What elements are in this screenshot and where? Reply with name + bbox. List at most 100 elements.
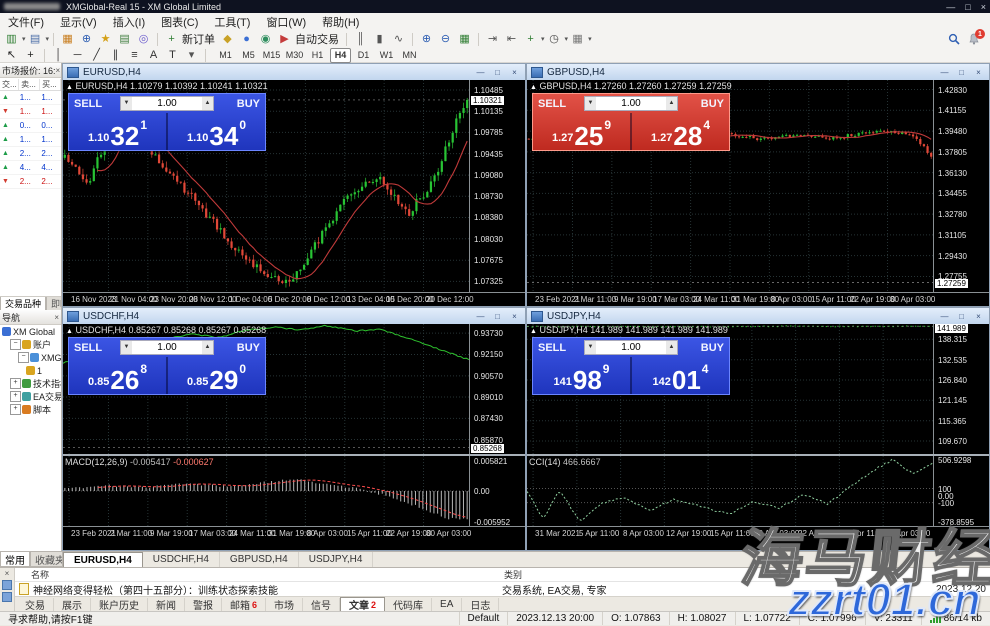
chart-minimize-button[interactable]: — <box>938 312 951 321</box>
tab-tick-chart[interactable]: 即时图 <box>46 297 61 311</box>
templates-icon[interactable]: ▦ <box>569 32 586 47</box>
navigator-item[interactable]: +技术指标 <box>0 377 61 390</box>
terminal-tab[interactable]: 代码库 <box>385 598 432 611</box>
navigator-close-icon[interactable]: × <box>54 313 59 322</box>
timeframe-m15-button[interactable]: M15 <box>261 48 282 63</box>
navigator-toggle-icon[interactable]: ★ <box>97 32 114 47</box>
market-watch-row[interactable]: ▲2...2... <box>0 147 61 161</box>
chart-restore-button[interactable]: □ <box>955 68 968 77</box>
expand-icon[interactable]: + <box>10 391 21 402</box>
timeframe-w1-button[interactable]: W1 <box>376 48 397 63</box>
buy-button[interactable]: BUY <box>218 342 260 354</box>
horizontal-line-tool-icon[interactable]: ─ <box>69 48 86 63</box>
buy-button[interactable]: BUY <box>218 98 260 110</box>
tab-symbols[interactable]: 交易品种 <box>0 297 46 311</box>
trendline-tool-icon[interactable]: ╱ <box>88 48 105 63</box>
terminal-tab[interactable]: 交易 <box>17 598 54 611</box>
new-order-icon[interactable]: + <box>163 32 180 47</box>
timeframe-h4-button[interactable]: H4 <box>330 48 351 63</box>
market-watch-header[interactable]: 市场报价: 16: × <box>0 63 61 78</box>
terminal-tab[interactable]: 文章2 <box>340 597 385 612</box>
price-axis[interactable]: 0.937300.921500.905700.890100.874300.858… <box>469 324 525 454</box>
terminal-tab[interactable]: 账户历史 <box>91 598 148 611</box>
menu-item[interactable]: 工具(T) <box>206 13 258 30</box>
collapse-icon[interactable]: − <box>18 352 29 363</box>
terminal-strip-icon2[interactable] <box>2 592 12 602</box>
timeframe-mn-button[interactable]: MN <box>399 48 420 63</box>
mql5-community-icon[interactable]: ● <box>238 32 255 47</box>
auto-scroll-icon[interactable]: ⇥ <box>484 32 501 47</box>
column-name[interactable]: 名称 <box>15 568 504 581</box>
chart-close-button[interactable]: × <box>972 312 985 321</box>
sidebar-tab-0[interactable]: 常用 <box>0 552 30 567</box>
chart-window-titlebar[interactable]: USDCHF,H4 — □ × <box>63 308 525 325</box>
timeframe-m30-button[interactable]: M30 <box>284 48 305 63</box>
expand-icon[interactable]: + <box>10 404 21 415</box>
tile-windows-icon[interactable]: ▦ <box>456 32 473 47</box>
market-watch-row[interactable]: ▼2...2... <box>0 175 61 189</box>
shapes-dropdown-icon[interactable]: ▾ <box>183 48 200 63</box>
candles-view-icon[interactable]: ▮ <box>371 32 388 47</box>
zoom-out-icon[interactable]: ⊖ <box>437 32 454 47</box>
label-tool-icon[interactable]: T <box>164 48 181 63</box>
time-axis[interactable]: 23 Feb 20212 Mar 11:009 Mar 19:0017 Mar … <box>63 526 525 540</box>
navigator-item[interactable]: −账户 <box>0 338 61 351</box>
lot-decrease-button[interactable]: ▼ <box>121 341 132 354</box>
chart-window-titlebar[interactable]: USDJPY,H4 — □ × <box>527 308 989 325</box>
timeframe-h1-button[interactable]: H1 <box>307 48 328 63</box>
lot-size-input[interactable]: 1.00 <box>596 341 666 354</box>
market-watch-row[interactable]: ▲4...4... <box>0 161 61 175</box>
market-watch-row[interactable]: ▲1...1... <box>0 91 61 105</box>
lot-increase-button[interactable]: ▲ <box>666 341 677 354</box>
indicator-subwindow[interactable]: MACD(12,26,9) -0.005417 -0.000627 <box>63 456 469 526</box>
line-view-icon[interactable]: ∿ <box>390 32 407 47</box>
article-row[interactable]: 神经网络变得轻松（第四十五部分）：训练状态探索技能 交易系统, EA交易, 专家… <box>15 582 990 596</box>
auto-trading-label[interactable]: 自动交易 <box>295 31 339 47</box>
navigator-item[interactable]: −XMG <box>0 351 61 364</box>
text-tool-icon[interactable]: A <box>145 48 162 63</box>
lot-decrease-button[interactable]: ▼ <box>121 97 132 110</box>
chart-restore-button[interactable]: □ <box>491 68 504 77</box>
time-axis[interactable]: 16 Nov 202321 Nov 04:0023 Nov 20:0028 No… <box>63 292 525 306</box>
vertical-line-tool-icon[interactable]: │ <box>50 48 67 63</box>
sell-price-button[interactable]: 141989 <box>533 357 630 394</box>
timeframe-m5-button[interactable]: M5 <box>238 48 259 63</box>
periods-dropdown-icon[interactable]: ▾ <box>565 35 569 43</box>
market-watch-row[interactable]: ▲0...0... <box>0 119 61 133</box>
navigator-item[interactable]: +EA交易 <box>0 390 61 403</box>
chart-restore-button[interactable]: □ <box>955 312 968 321</box>
sell-price-button[interactable]: 1.27259 <box>533 113 630 150</box>
column-category[interactable]: 类别 <box>504 568 990 581</box>
terminal-tab[interactable]: EA <box>432 598 462 611</box>
market-watch-toggle-icon[interactable]: ▦ <box>59 32 76 47</box>
profiles-dropdown-icon[interactable]: ▾ <box>46 35 50 43</box>
indicators-dropdown-icon[interactable]: ▾ <box>541 35 545 43</box>
data-window-toggle-icon[interactable]: ⊕ <box>78 32 95 47</box>
chart-close-button[interactable]: × <box>508 68 521 77</box>
menu-item[interactable]: 文件(F) <box>0 13 52 30</box>
chart-tab[interactable]: USDJPY,H4 <box>299 552 374 567</box>
chart-minimize-button[interactable]: — <box>474 312 487 321</box>
chart-plot-area[interactable]: ▲ EURUSD,H4 1.10279 1.10392 1.10241 1.10… <box>63 80 469 292</box>
terminal-tab[interactable]: 展示 <box>54 598 91 611</box>
menu-item[interactable]: 帮助(H) <box>314 13 367 30</box>
chart-plot-area[interactable]: ▲ GBPUSD,H4 1.27260 1.27260 1.27259 1.27… <box>527 80 933 292</box>
periods-icon[interactable]: ◷ <box>546 32 563 47</box>
sell-button[interactable]: SELL <box>74 342 116 354</box>
terminal-tab[interactable]: 邮箱6 <box>222 598 266 611</box>
sell-button[interactable]: SELL <box>74 98 116 110</box>
buy-button[interactable]: BUY <box>682 98 724 110</box>
lot-increase-button[interactable]: ▲ <box>666 97 677 110</box>
chart-window-titlebar[interactable]: EURUSD,H4 — □ × <box>63 64 525 81</box>
terminal-tab[interactable]: 日志 <box>462 598 499 611</box>
chart-close-button[interactable]: × <box>972 68 985 77</box>
channel-tool-icon[interactable]: ∥ <box>107 48 124 63</box>
zoom-in-icon[interactable]: ⊕ <box>418 32 435 47</box>
indicator-subwindow[interactable]: CCI(14) 466.6667 <box>527 456 933 526</box>
navigator-header[interactable]: 导航 × <box>0 310 61 325</box>
fibonacci-tool-icon[interactable]: ≡ <box>126 48 143 63</box>
terminal-toggle-icon[interactable]: ▤ <box>116 32 133 47</box>
indicator-axis[interactable]: 506.92981000.00-100-378.8595 <box>933 456 989 526</box>
lot-decrease-button[interactable]: ▼ <box>585 97 596 110</box>
sell-price-button[interactable]: 1.10321 <box>69 113 166 150</box>
